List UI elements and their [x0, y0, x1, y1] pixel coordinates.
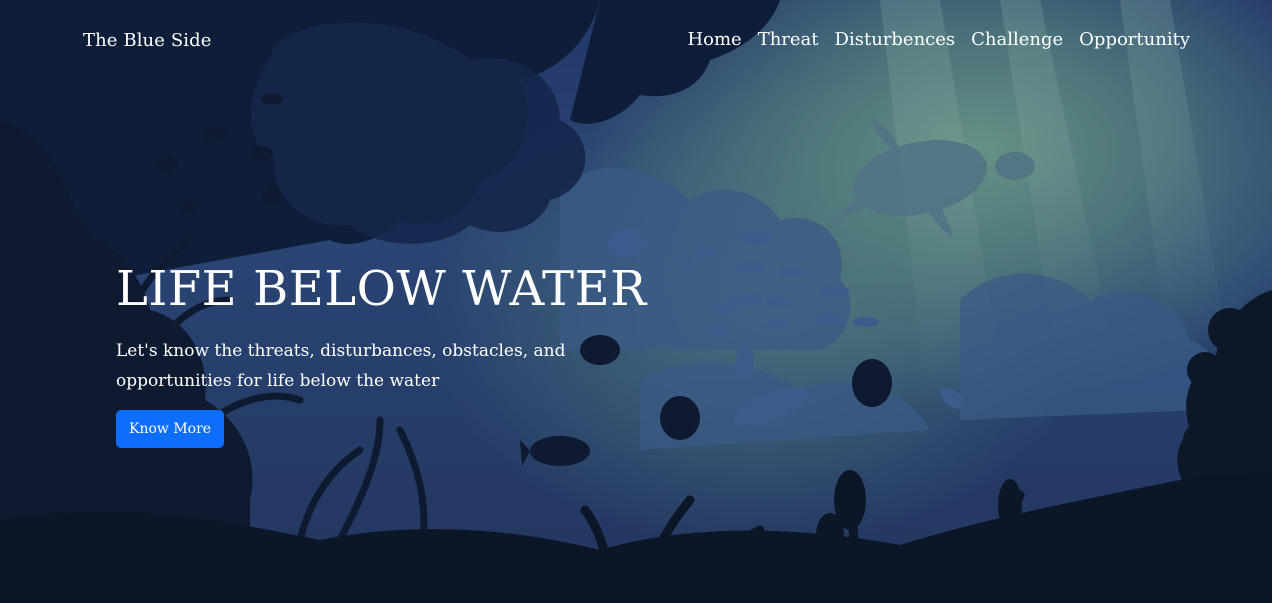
nav-item-disturbences: Disturbences: [835, 28, 956, 52]
nav-item-challenge: Challenge: [971, 28, 1063, 52]
nav-link-challenge[interactable]: Challenge: [971, 29, 1063, 50]
nav-link-threat[interactable]: Threat: [758, 29, 819, 50]
hero-title: LIFE BELOW WATER: [116, 261, 647, 317]
nav-link-disturbences[interactable]: Disturbences: [835, 29, 956, 50]
hero-section: The Blue Side Home Threat Disturbences C…: [0, 0, 1272, 603]
nav-item-opportunity: Opportunity: [1079, 28, 1190, 52]
nav-item-home: Home: [687, 28, 741, 52]
nav-item-threat: Threat: [758, 28, 819, 52]
nav-link-opportunity[interactable]: Opportunity: [1079, 29, 1190, 50]
hero-content: LIFE BELOW WATER Let's know the threats,…: [116, 256, 676, 448]
nav-link-home[interactable]: Home: [687, 29, 741, 50]
nav-links: Home Threat Disturbences Challenge Oppor…: [687, 28, 1190, 52]
top-navbar: The Blue Side Home Threat Disturbences C…: [0, 0, 1272, 82]
hero-subtitle: Let's know the threats, disturbances, ob…: [116, 341, 566, 391]
brand-logo-link[interactable]: The Blue Side: [83, 29, 212, 53]
know-more-button[interactable]: Know More: [116, 410, 225, 448]
